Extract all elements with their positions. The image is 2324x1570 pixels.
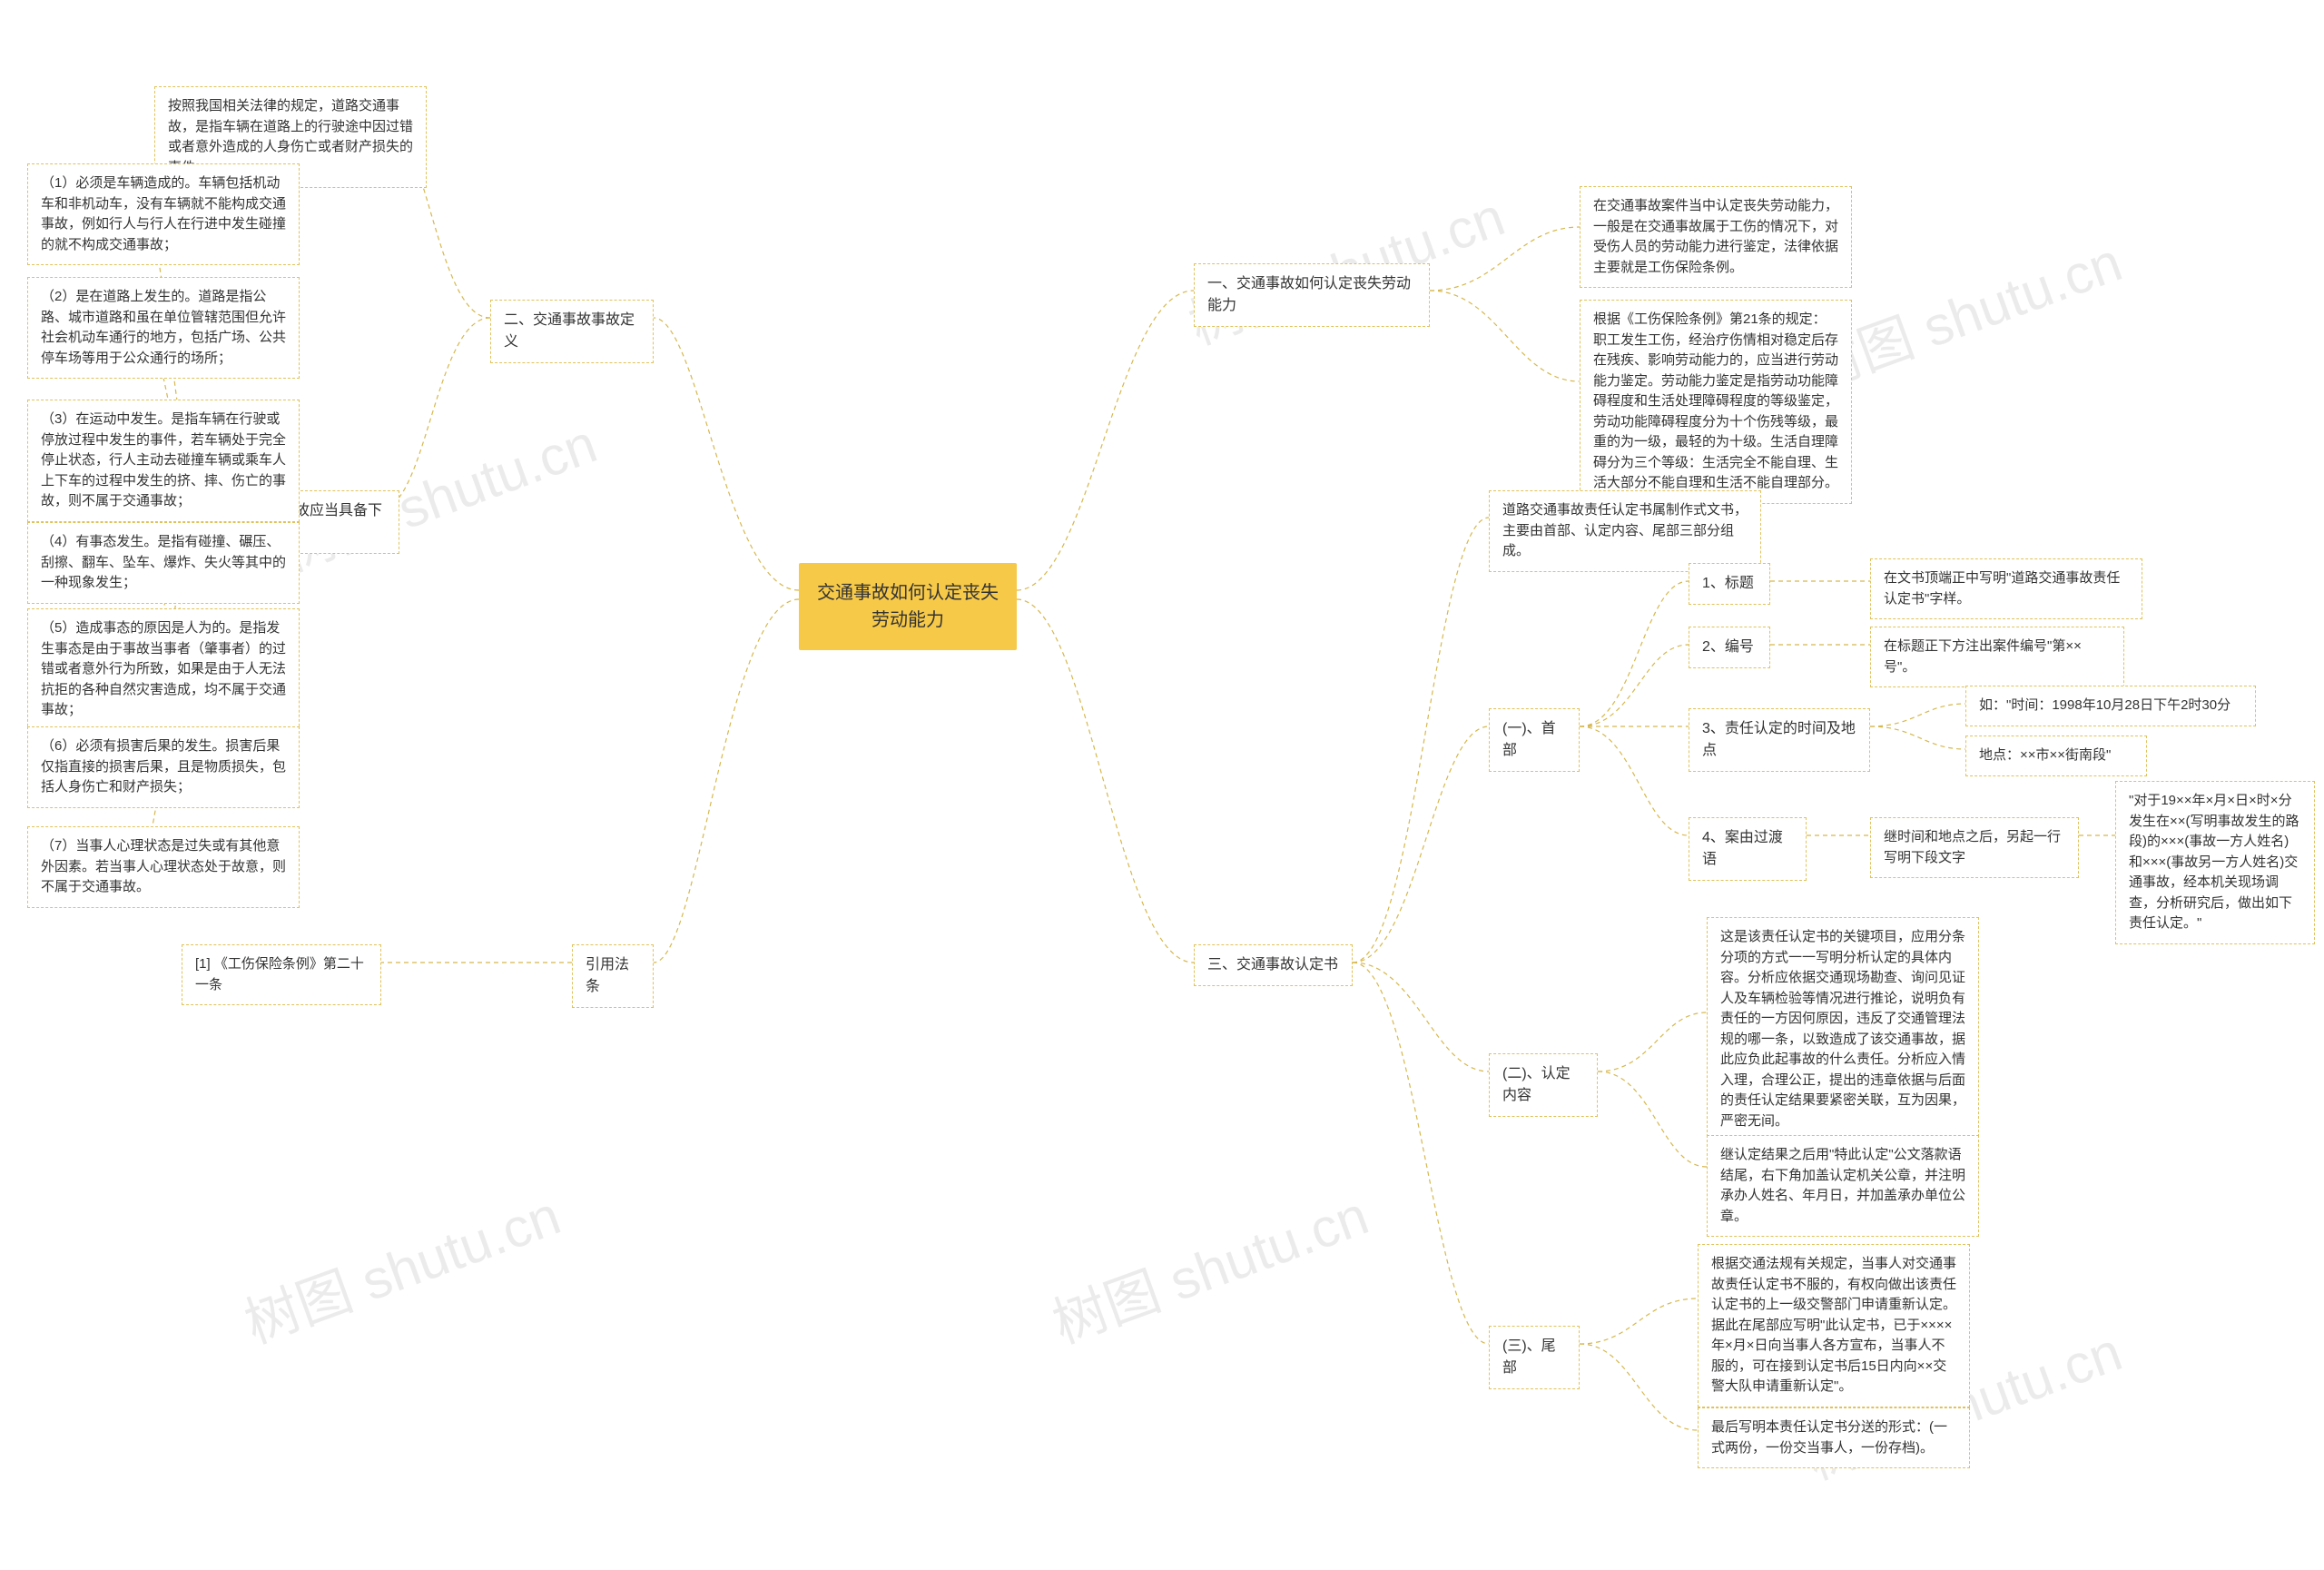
watermark: 树图 shutu.cn — [1040, 1171, 1377, 1358]
s1-n1: 1、标题 — [1689, 563, 1770, 605]
branch-1: 一、交通事故如何认定丧失劳动能力 — [1194, 263, 1430, 327]
connector-lines — [0, 0, 2324, 1570]
branch3-intro: 道路交通事故责任认定书属制作式文书，主要由首部、认定内容、尾部三部分组成。 — [1489, 490, 1761, 572]
section-1: (一)、首部 — [1489, 708, 1580, 772]
root-node: 交通事故如何认定丧失劳动能力 — [799, 563, 1017, 650]
branch2-i6: （6）必须有损害后果的发生。损害后果仅指直接的损害后果，且是物质损失，包括人身伤… — [27, 726, 300, 808]
branch1-item-2: 根据《工伤保险条例》第21条的规定：职工发生工伤，经治疗伤情相对稳定后存在残疾、… — [1580, 300, 1852, 504]
branch2-i5: （5）造成事态的原因是人为的。是指发生事态是由于事故当事者（肇事者）的过错或者意… — [27, 608, 300, 731]
branch-law: 引用法条 — [572, 944, 654, 1008]
branch1-item-1: 在交通事故案件当中认定丧失劳动能力，一般是在交通事故属于工伤的情况下，对受伤人员… — [1580, 186, 1852, 288]
watermark: 树图 shutu.cn — [232, 1171, 569, 1358]
branch2-i7: （7）当事人心理状态是过失或有其他意外因素。若当事人心理状态处于故意，则不属于交… — [27, 826, 300, 908]
branch2-i1: （1）必须是车辆造成的。车辆包括机动车和非机动车，没有车辆就不能构成交通事故，例… — [27, 163, 300, 265]
s1-n2-text: 在标题正下方注出案件编号"第××号"。 — [1870, 627, 2124, 687]
s1-n4-mid: 继时间和地点之后，另起一行写明下段文字 — [1870, 817, 2079, 878]
section-3: (三)、尾部 — [1489, 1326, 1580, 1389]
s1-n3-t1: 如："时间：1998年10月28日下午2时30分 — [1965, 686, 2256, 726]
branch2-i3: （3）在运动中发生。是指车辆在行驶或停放过程中发生的事件，若车辆处于完全停止状态… — [27, 400, 300, 522]
section-2: (二)、认定内容 — [1489, 1053, 1598, 1117]
s1-n3-t2: 地点：××市××街南段" — [1965, 736, 2147, 776]
law-item: [1] 《工伤保险条例》第二十一条 — [182, 944, 381, 1005]
branch2-i2: （2）是在道路上发生的。道路是指公路、城市道路和虽在单位管辖范围但允许社会机动车… — [27, 277, 300, 379]
s3-t2: 最后写明本责任认定书分送的形式：(一式两份，一份交当事人，一份存档)。 — [1698, 1407, 1970, 1468]
s1-n3: 3、责任认定的时间及地点 — [1689, 708, 1870, 772]
s2-t1: 这是该责任认定书的关键项目，应用分条分项的方式一一写明分析认定的具体内容。分析应… — [1707, 917, 1979, 1141]
s1-n1-text: 在文书顶端正中写明"道路交通事故责任认定书"字样。 — [1870, 558, 2142, 619]
s3-t1: 根据交通法规有关规定，当事人对交通事故责任认定书不服的，有权向做出该责任认定书的… — [1698, 1244, 1970, 1407]
branch2-i4: （4）有事态发生。是指有碰撞、碾压、刮擦、翻车、坠车、爆炸、失火等其中的一种现象… — [27, 522, 300, 604]
s1-n4: 4、案由过渡语 — [1689, 817, 1807, 881]
branch-2: 二、交通事故事故定义 — [490, 300, 654, 363]
s1-n4-text: "对于19××年×月×日×时×分发生在××(写明事故发生的路段)的×××(事故一… — [2115, 781, 2315, 944]
s1-n2: 2、编号 — [1689, 627, 1770, 668]
s2-t2: 继认定结果之后用"特此认定"公文落款语结尾，右下角加盖认定机关公章，并注明承办人… — [1707, 1135, 1979, 1237]
branch-3: 三、交通事故认定书 — [1194, 944, 1353, 986]
